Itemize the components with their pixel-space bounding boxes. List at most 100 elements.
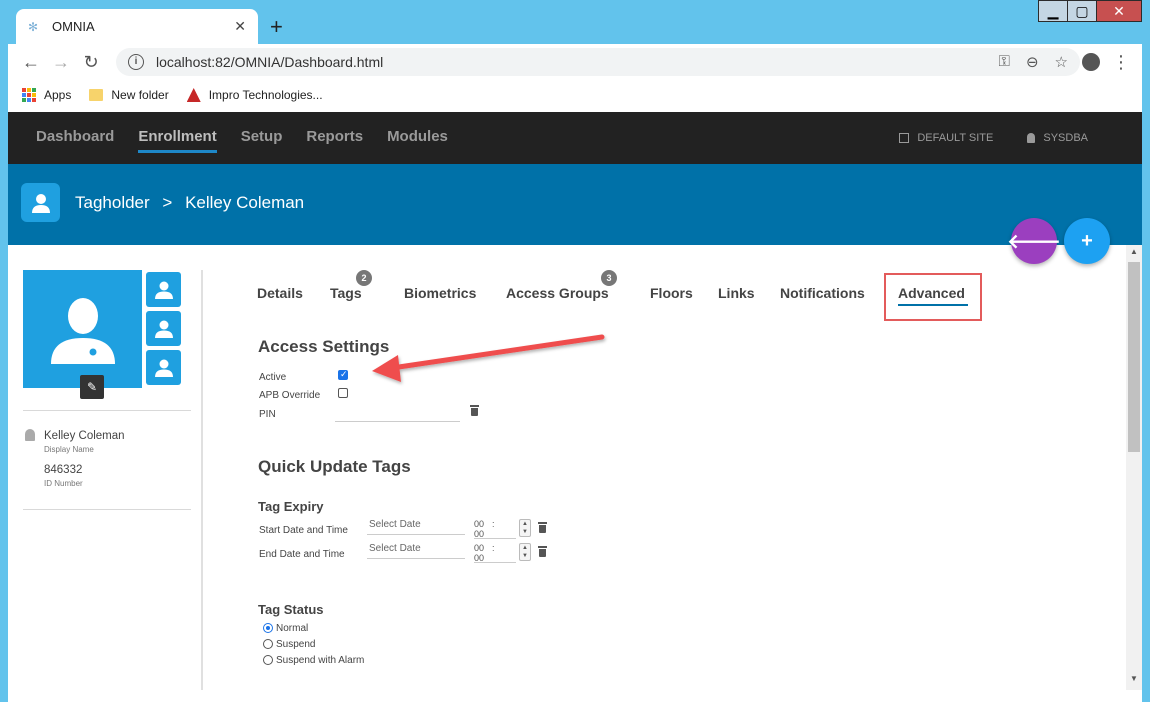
start-hour: 00: [474, 519, 485, 529]
tab-biometrics[interactable]: Biometrics: [404, 285, 476, 301]
close-tab-icon[interactable]: ✕: [234, 18, 246, 35]
user-name: SYSDBA: [1043, 132, 1088, 144]
url-field[interactable]: i localhost:82/OMNIA/Dashboard.html ⚿ ⊖ …: [116, 48, 1080, 76]
access-settings-title: Access Settings: [258, 337, 390, 356]
active-checkbox[interactable]: [338, 369, 348, 380]
zoom-icon[interactable]: ⊖: [1026, 53, 1039, 71]
start-time-spinner[interactable]: ▲ ▼: [519, 519, 531, 537]
forward-arrow-icon[interactable]: →: [46, 52, 76, 73]
status-normal-label: Normal: [276, 623, 309, 634]
bookmark-label: Apps: [44, 88, 72, 102]
apb-override-checkbox[interactable]: [338, 388, 348, 398]
display-name-value: Kelley Coleman: [44, 430, 125, 442]
pin-input[interactable]: [335, 421, 460, 422]
bookmark-star-icon[interactable]: ☆: [1055, 53, 1068, 71]
start-time-input[interactable]: 00 : 00: [474, 519, 516, 539]
end-date-input[interactable]: Select Date: [367, 543, 465, 559]
tab-links[interactable]: Links: [718, 285, 755, 301]
photo-slot-3[interactable]: [146, 350, 181, 385]
plus-icon: +: [1081, 229, 1093, 252]
bookmark-impro[interactable]: Impro Technologies...: [186, 88, 323, 102]
page-header-banner: Tagholder > Kelley Coleman: [8, 164, 1142, 245]
end-time-input[interactable]: 00 : 00: [474, 543, 516, 563]
clear-start-trash-icon[interactable]: [538, 522, 547, 533]
address-bar: ← → ↻ i localhost:82/OMNIA/Dashboard.htm…: [8, 44, 1142, 80]
nav-enrollment[interactable]: Enrollment: [138, 128, 218, 153]
tab-access-groups[interactable]: Access Groups: [506, 285, 609, 301]
nav-dashboard[interactable]: Dashboard: [36, 128, 114, 149]
scroll-down-icon[interactable]: ▼: [1126, 672, 1142, 686]
apb-override-label: APB Override: [259, 390, 321, 401]
pencil-icon: ✎: [86, 380, 98, 394]
profile-avatar-icon[interactable]: [1082, 53, 1100, 71]
bookmark-apps[interactable]: Apps: [22, 88, 71, 102]
id-number-value: 846332: [44, 464, 83, 476]
pin-label: PIN: [259, 409, 276, 420]
folder-icon: [89, 89, 104, 101]
person-photo[interactable]: [23, 270, 142, 388]
status-normal-radio[interactable]: [263, 623, 273, 633]
arrow-left-icon: 🡐: [1007, 230, 1061, 253]
tab-details[interactable]: Details: [257, 285, 303, 301]
impro-logo-icon: [186, 88, 201, 102]
person-silhouette-icon: [50, 298, 115, 364]
bookmark-label: New folder: [111, 88, 169, 102]
tag-expiry-title: Tag Expiry: [258, 499, 324, 514]
page-title: Kelley Coleman: [185, 193, 305, 212]
quick-update-tags-title: Quick Update Tags: [258, 457, 411, 476]
time-colon: :: [492, 543, 495, 553]
key-icon[interactable]: ⚿: [999, 53, 1010, 71]
person-icon: [154, 320, 173, 338]
panel-separator: [201, 270, 203, 690]
active-label: Active: [259, 372, 287, 383]
status-suspend-radio[interactable]: [263, 639, 273, 649]
scroll-up-icon[interactable]: ▲: [1126, 245, 1142, 259]
nav-modules[interactable]: Modules: [387, 128, 448, 149]
back-arrow-icon[interactable]: ←: [16, 52, 46, 73]
tab-notifications[interactable]: Notifications: [780, 285, 865, 301]
user-menu[interactable]: SYSDBA: [1027, 132, 1088, 144]
status-suspend-alarm-radio[interactable]: [263, 655, 273, 665]
edit-photo-button[interactable]: ✎: [80, 375, 104, 399]
bookmarks-bar: Apps New folder Impro Technologies...: [8, 80, 1142, 110]
start-date-input[interactable]: Select Date: [367, 519, 465, 535]
tab-tags[interactable]: Tags: [330, 285, 362, 301]
url-text: localhost:82/OMNIA/Dashboard.html: [156, 54, 384, 70]
new-tab-icon[interactable]: +: [270, 14, 283, 40]
clear-end-trash-icon[interactable]: [538, 546, 547, 557]
site-selector[interactable]: DEFAULT SITE: [899, 132, 993, 144]
bookmark-new-folder[interactable]: New folder: [89, 88, 169, 102]
site-name: DEFAULT SITE: [917, 132, 994, 144]
reload-icon[interactable]: ↻: [76, 52, 106, 73]
breadcrumb: Tagholder > Kelley Coleman: [75, 193, 304, 213]
user-icon: [25, 429, 35, 441]
person-icon: [154, 359, 173, 377]
clear-pin-trash-icon[interactable]: [470, 405, 479, 416]
end-hour: 00: [474, 543, 485, 553]
add-button[interactable]: +: [1064, 218, 1110, 264]
end-time-spinner[interactable]: ▲ ▼: [519, 543, 531, 561]
photo-slot-1[interactable]: [146, 272, 181, 307]
browser-tab[interactable]: ✻ OMNIA ✕: [16, 9, 258, 44]
maximize-icon[interactable]: ▢: [1067, 0, 1097, 22]
tab-title: OMNIA: [52, 19, 95, 34]
breadcrumb-section[interactable]: Tagholder: [75, 193, 150, 212]
window-border-right: [1142, 44, 1150, 702]
photo-slot-2[interactable]: [146, 311, 181, 346]
browser-menu-icon[interactable]: ⋮: [1112, 52, 1130, 73]
close-window-icon[interactable]: ✕: [1096, 0, 1142, 22]
back-button[interactable]: 🡐: [1007, 218, 1061, 264]
site-info-icon[interactable]: i: [128, 54, 144, 70]
save-icon: [899, 133, 910, 143]
url-actions: ⚿ ⊖ ☆: [999, 53, 1068, 71]
tab-floors[interactable]: Floors: [650, 285, 693, 301]
person-icon: [154, 281, 173, 299]
access-groups-count-badge: 3: [601, 270, 617, 286]
nav-setup[interactable]: Setup: [241, 128, 283, 149]
app-viewport: Dashboard Enrollment Setup Reports Modul…: [8, 112, 1142, 702]
divider: [23, 509, 191, 510]
minimize-icon[interactable]: ▁: [1038, 0, 1068, 22]
omnia-favicon-icon: ✻: [28, 19, 39, 34]
scrollbar-thumb[interactable]: [1128, 262, 1140, 452]
nav-reports[interactable]: Reports: [306, 128, 363, 149]
